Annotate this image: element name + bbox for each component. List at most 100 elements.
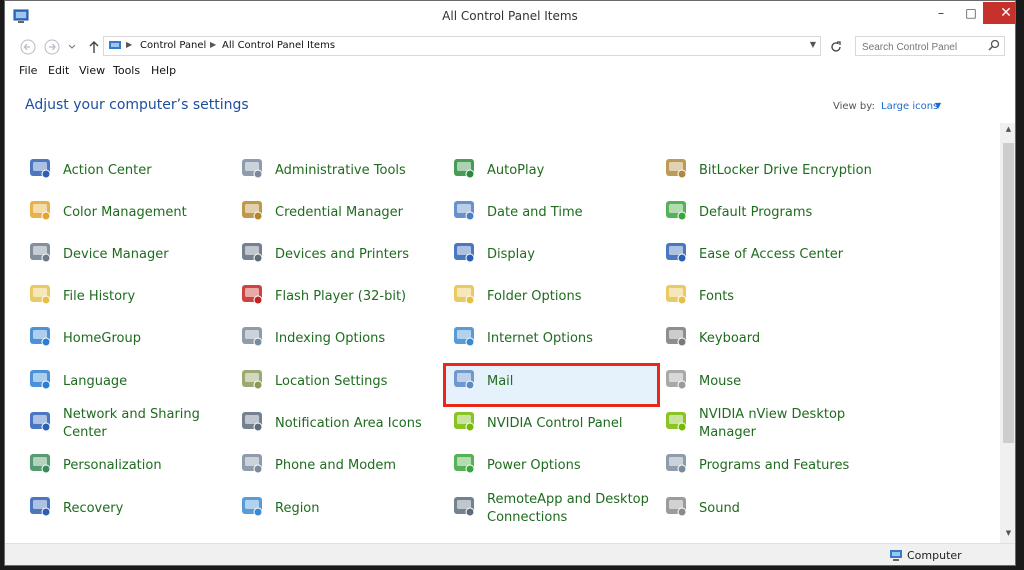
- chevron-down-icon[interactable]: ▼: [935, 101, 941, 110]
- item-network-and-sharing-center[interactable]: Network and Sharing Center: [27, 404, 239, 444]
- item-region[interactable]: Region: [239, 489, 451, 529]
- notification-icon: [242, 412, 263, 432]
- menu-bar: File Edit View Tools Help: [5, 62, 1015, 80]
- item-label: Language: [63, 374, 128, 389]
- location-icon: [242, 370, 263, 390]
- back-button[interactable]: [19, 38, 37, 56]
- menu-file[interactable]: File: [19, 64, 37, 77]
- menu-help[interactable]: Help: [151, 64, 176, 77]
- chevron-down-icon[interactable]: ▼: [810, 40, 816, 49]
- item-recovery[interactable]: Recovery: [27, 489, 239, 529]
- item-default-programs[interactable]: Default Programs: [663, 193, 875, 233]
- menu-edit[interactable]: Edit: [48, 64, 69, 77]
- item-folder-options[interactable]: Folder Options: [451, 277, 663, 317]
- scroll-up-icon[interactable]: ▲: [1000, 125, 1015, 137]
- ease-of-access-icon: [666, 243, 687, 263]
- item-label: Power Options: [487, 458, 581, 473]
- remoteapp-icon: [454, 497, 475, 517]
- item-label: BitLocker Drive Encryption: [699, 163, 872, 178]
- item-phone-and-modem[interactable]: Phone and Modem: [239, 446, 451, 486]
- item-label: Date and Time: [487, 205, 583, 220]
- region-globe-icon: [242, 497, 263, 517]
- item-label: Region: [275, 501, 320, 516]
- menu-view[interactable]: View: [79, 64, 105, 77]
- item-action-center[interactable]: Action Center: [27, 151, 239, 191]
- breadcrumb-separator-icon[interactable]: ▶: [210, 40, 216, 49]
- item-homegroup[interactable]: HomeGroup: [27, 319, 239, 359]
- item-devices-and-printers[interactable]: Devices and Printers: [239, 235, 451, 275]
- item-credential-manager[interactable]: Credential Manager: [239, 193, 451, 233]
- maximize-button[interactable]: □: [957, 2, 985, 24]
- item-ease-of-access-center[interactable]: Ease of Access Center: [663, 235, 875, 275]
- item-notification-area-icons[interactable]: Notification Area Icons: [239, 404, 451, 444]
- item-keyboard[interactable]: Keyboard: [663, 319, 875, 359]
- refresh-button[interactable]: [827, 38, 845, 56]
- search-input[interactable]: [856, 37, 989, 57]
- fonts-icon: [666, 285, 687, 305]
- item-mouse[interactable]: Mouse: [663, 362, 875, 402]
- item-indexing-options[interactable]: Indexing Options: [239, 319, 451, 359]
- item-autoplay[interactable]: AutoPlay: [451, 151, 663, 191]
- item-nvidia-nview-desktop-manager[interactable]: NVIDIA nView Desktop Manager: [663, 404, 875, 444]
- item-color-management[interactable]: Color Management: [27, 193, 239, 233]
- up-arrow-icon: [89, 41, 99, 53]
- item-administrative-tools[interactable]: Administrative Tools: [239, 151, 451, 191]
- item-sound[interactable]: Sound: [663, 489, 875, 529]
- close-button[interactable]: ✕: [983, 2, 1015, 24]
- programs-icon: [666, 454, 687, 474]
- device-manager-icon: [30, 243, 51, 263]
- homegroup-icon: [30, 327, 51, 347]
- printer-icon: [242, 243, 263, 263]
- search-box[interactable]: [855, 36, 1005, 57]
- flash-icon: [242, 285, 263, 305]
- vertical-scrollbar[interactable]: ▲ ▼: [1000, 123, 1015, 543]
- item-language[interactable]: Language: [27, 362, 239, 402]
- item-mail[interactable]: Mail: [451, 362, 663, 402]
- scrollbar-thumb[interactable]: [1003, 143, 1014, 443]
- item-label: Device Manager: [63, 247, 169, 262]
- item-label: Phone and Modem: [275, 458, 397, 473]
- folder-options-icon: [454, 285, 475, 305]
- status-bar: Computer: [5, 543, 1015, 565]
- personalization-icon: [30, 454, 51, 474]
- item-internet-options[interactable]: Internet Options: [451, 319, 663, 359]
- network-icon: [30, 412, 51, 432]
- up-button[interactable]: [85, 38, 103, 56]
- recovery-icon: [30, 497, 51, 517]
- item-nvidia-control-panel[interactable]: NVIDIA Control Panel: [451, 404, 663, 444]
- flag-icon: [30, 159, 51, 179]
- magnifier-icon: [242, 327, 263, 347]
- item-label: Ease of Access Center: [699, 247, 844, 262]
- item-display[interactable]: Display: [451, 235, 663, 275]
- scroll-down-icon[interactable]: ▼: [1000, 529, 1015, 541]
- computer-icon: [890, 550, 902, 561]
- recent-locations-button[interactable]: [67, 38, 77, 56]
- breadcrumb-separator-icon[interactable]: ▶: [126, 40, 132, 49]
- item-bitlocker-drive-encryption[interactable]: BitLocker Drive Encryption: [663, 151, 875, 191]
- item-device-manager[interactable]: Device Manager: [27, 235, 239, 275]
- minimize-button[interactable]: –: [927, 2, 955, 24]
- title-bar[interactable]: All Control Panel Items – □ ✕: [5, 1, 1015, 33]
- item-fonts[interactable]: Fonts: [663, 277, 875, 317]
- item-date-and-time[interactable]: Date and Time: [451, 193, 663, 233]
- speaker-icon: [666, 497, 687, 517]
- keys-icon: [666, 159, 687, 179]
- breadcrumb-control-panel[interactable]: Control Panel: [140, 40, 206, 51]
- item-power-options[interactable]: Power Options: [451, 446, 663, 486]
- item-flash-player-32-bit[interactable]: Flash Player (32-bit): [239, 277, 451, 317]
- phone-icon: [242, 454, 263, 474]
- menu-tools[interactable]: Tools: [113, 64, 140, 77]
- item-label: Sound: [699, 501, 740, 516]
- item-file-history[interactable]: File History: [27, 277, 239, 317]
- monitor-icon: [454, 243, 475, 263]
- address-bar[interactable]: ▶ Control Panel ▶ All Control Panel Item…: [103, 36, 821, 56]
- item-remoteapp-and-desktop-connections[interactable]: RemoteApp and Desktop Connections: [451, 489, 663, 529]
- search-icon[interactable]: [988, 39, 1000, 51]
- item-label: Default Programs: [699, 205, 813, 220]
- item-personalization[interactable]: Personalization: [27, 446, 239, 486]
- forward-button[interactable]: [43, 38, 61, 56]
- view-by-dropdown[interactable]: Large icons: [881, 101, 938, 112]
- item-location-settings[interactable]: Location Settings: [239, 362, 451, 402]
- item-programs-and-features[interactable]: Programs and Features: [663, 446, 875, 486]
- breadcrumb-all-items[interactable]: All Control Panel Items: [222, 40, 335, 51]
